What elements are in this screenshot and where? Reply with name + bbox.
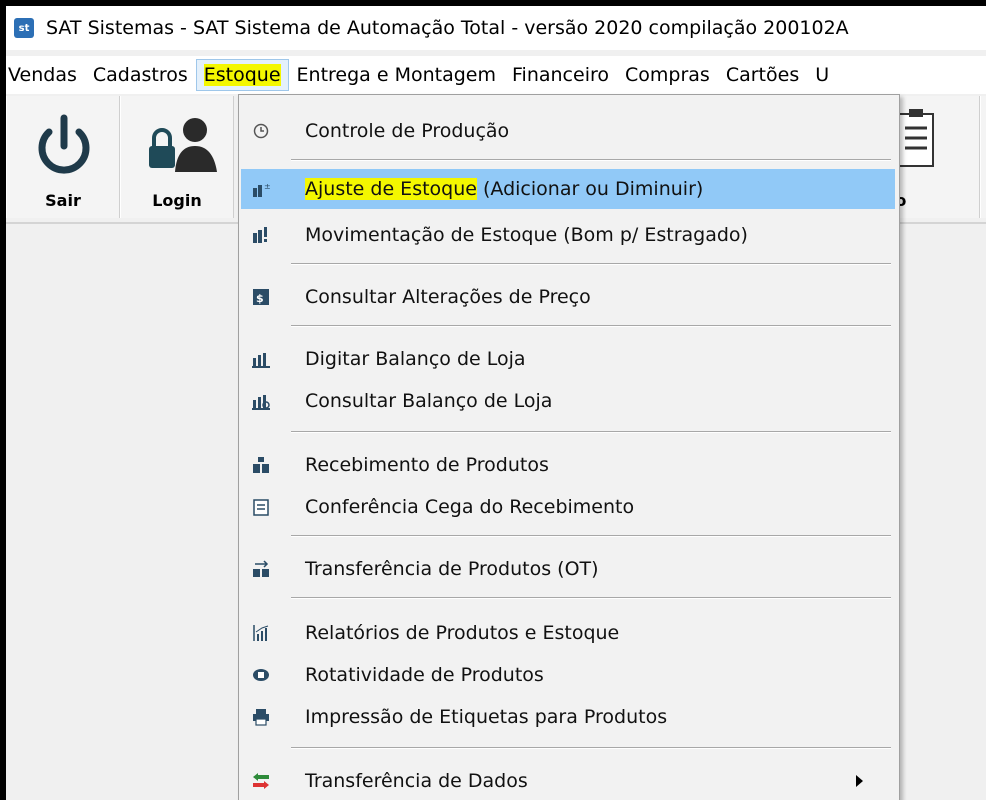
menu-cadastros[interactable]: Cadastros	[85, 59, 196, 91]
menu-item-label: Digitar Balanço de Loja	[305, 348, 526, 370]
sat-logo-icon: st	[14, 18, 34, 38]
printer-icon	[251, 707, 271, 727]
stock-move-icon	[251, 225, 271, 245]
stock-adjust-icon: ±	[251, 179, 271, 199]
user-lock-icon	[149, 118, 217, 172]
window-title: SAT Sistemas - SAT Sistema de Automação …	[46, 17, 849, 39]
menu-item-label-main: Ajuste de Estoque	[305, 178, 477, 200]
blind-check-icon	[251, 497, 271, 517]
sair-button[interactable]: Sair	[6, 96, 120, 218]
menu-cartoes[interactable]: Cartões	[718, 59, 807, 91]
menu-bar: Vendas Cadastros Estoque Entrega e Monta…	[6, 56, 986, 94]
menu-compras[interactable]: Compras	[617, 59, 718, 91]
menu-item-conferencia-cega[interactable]: Conferência Cega do Recebimento	[241, 487, 895, 527]
rotation-icon	[251, 665, 271, 685]
balance-query-icon	[251, 391, 271, 411]
menu-estoque[interactable]: Estoque	[195, 59, 289, 91]
menu-item-transferencia-dados[interactable]: Transferência de Dados	[241, 761, 895, 800]
estoque-dropdown-menu: Controle de Produção ± Ajuste de Estoque…	[238, 94, 900, 800]
menu-item-label: Conferência Cega do Recebimento	[305, 496, 635, 518]
menu-separator	[291, 263, 891, 265]
svg-text:$: $	[256, 292, 264, 305]
menu-item-consultar-alteracoes-preco[interactable]: $ Consultar Alterações de Preço	[241, 277, 895, 317]
power-icon	[38, 114, 90, 174]
title-bar: st SAT Sistemas - SAT Sistema de Automaç…	[6, 6, 986, 50]
menu-separator	[291, 159, 891, 161]
menu-item-label: Relatórios de Produtos e Estoque	[305, 622, 620, 644]
menu-separator	[291, 597, 891, 599]
data-transfer-icon	[251, 771, 271, 791]
menu-entrega-montagem[interactable]: Entrega e Montagem	[289, 59, 504, 91]
menu-separator	[291, 325, 891, 327]
menu-item-label: Consultar Balanço de Loja	[305, 390, 553, 412]
menu-item-label: Rotatividade de Produtos	[305, 664, 544, 686]
menu-financeiro[interactable]: Financeiro	[504, 59, 617, 91]
app-window: st SAT Sistemas - SAT Sistema de Automaç…	[6, 6, 986, 800]
transfer-icon	[251, 559, 271, 579]
menu-separator	[291, 431, 891, 433]
menu-separator	[291, 535, 891, 537]
menu-item-label-rest: (Adicionar ou Diminuir)	[476, 178, 704, 200]
menu-item-recebimento-produtos[interactable]: Recebimento de Produtos	[241, 445, 895, 485]
menu-item-label: Impressão de Etiquetas para Produtos	[305, 706, 668, 728]
price-query-icon: $	[251, 287, 271, 307]
menu-estoque-label: Estoque	[203, 64, 281, 86]
menu-item-relatorios-produtos[interactable]: Relatórios de Produtos e Estoque	[241, 613, 895, 653]
menu-item-impressao-etiquetas[interactable]: Impressão de Etiquetas para Produtos	[241, 697, 895, 737]
menu-item-ajuste-estoque[interactable]: ± Ajuste de Estoque (Adicionar ou Diminu…	[241, 169, 895, 209]
menu-item-label: Transferência de Produtos (OT)	[305, 558, 599, 580]
menu-item-label: Recebimento de Produtos	[305, 454, 549, 476]
report-chart-icon	[251, 623, 271, 643]
receiving-icon	[251, 455, 271, 475]
menu-item-rotatividade-produtos[interactable]: Rotatividade de Produtos	[241, 655, 895, 695]
menu-item-label: Transferência de Dados	[305, 770, 528, 792]
sair-label: Sair	[45, 191, 81, 210]
login-button[interactable]: Login	[120, 96, 234, 218]
svg-text:±: ±	[264, 182, 270, 191]
menu-item-movimentacao-estoque[interactable]: Movimentação de Estoque (Bom p/ Estragad…	[241, 215, 895, 255]
menu-item-consultar-balanco[interactable]: Consultar Balanço de Loja	[241, 381, 895, 421]
clock-icon	[251, 121, 271, 141]
menu-item-controle-producao[interactable]: Controle de Produção	[241, 111, 895, 151]
submenu-arrow-icon	[856, 775, 863, 787]
balance-entry-icon	[251, 349, 271, 369]
menu-item-transferencia-produtos[interactable]: Transferência de Produtos (OT)	[241, 549, 895, 589]
menu-item-label: Consultar Alterações de Preço	[305, 286, 591, 308]
clipboard-list-icon	[898, 109, 934, 167]
menu-item-label: Controle de Produção	[305, 120, 510, 142]
menu-separator	[291, 747, 891, 749]
toolbar-button-partial[interactable]	[980, 96, 986, 218]
menu-item-label: Movimentação de Estoque (Bom p/ Estragad…	[305, 224, 748, 246]
menu-more[interactable]: U	[807, 59, 837, 91]
login-label: Login	[152, 191, 202, 210]
menu-item-digitar-balanco[interactable]: Digitar Balanço de Loja	[241, 339, 895, 379]
menu-vendas[interactable]: Vendas	[6, 59, 85, 91]
